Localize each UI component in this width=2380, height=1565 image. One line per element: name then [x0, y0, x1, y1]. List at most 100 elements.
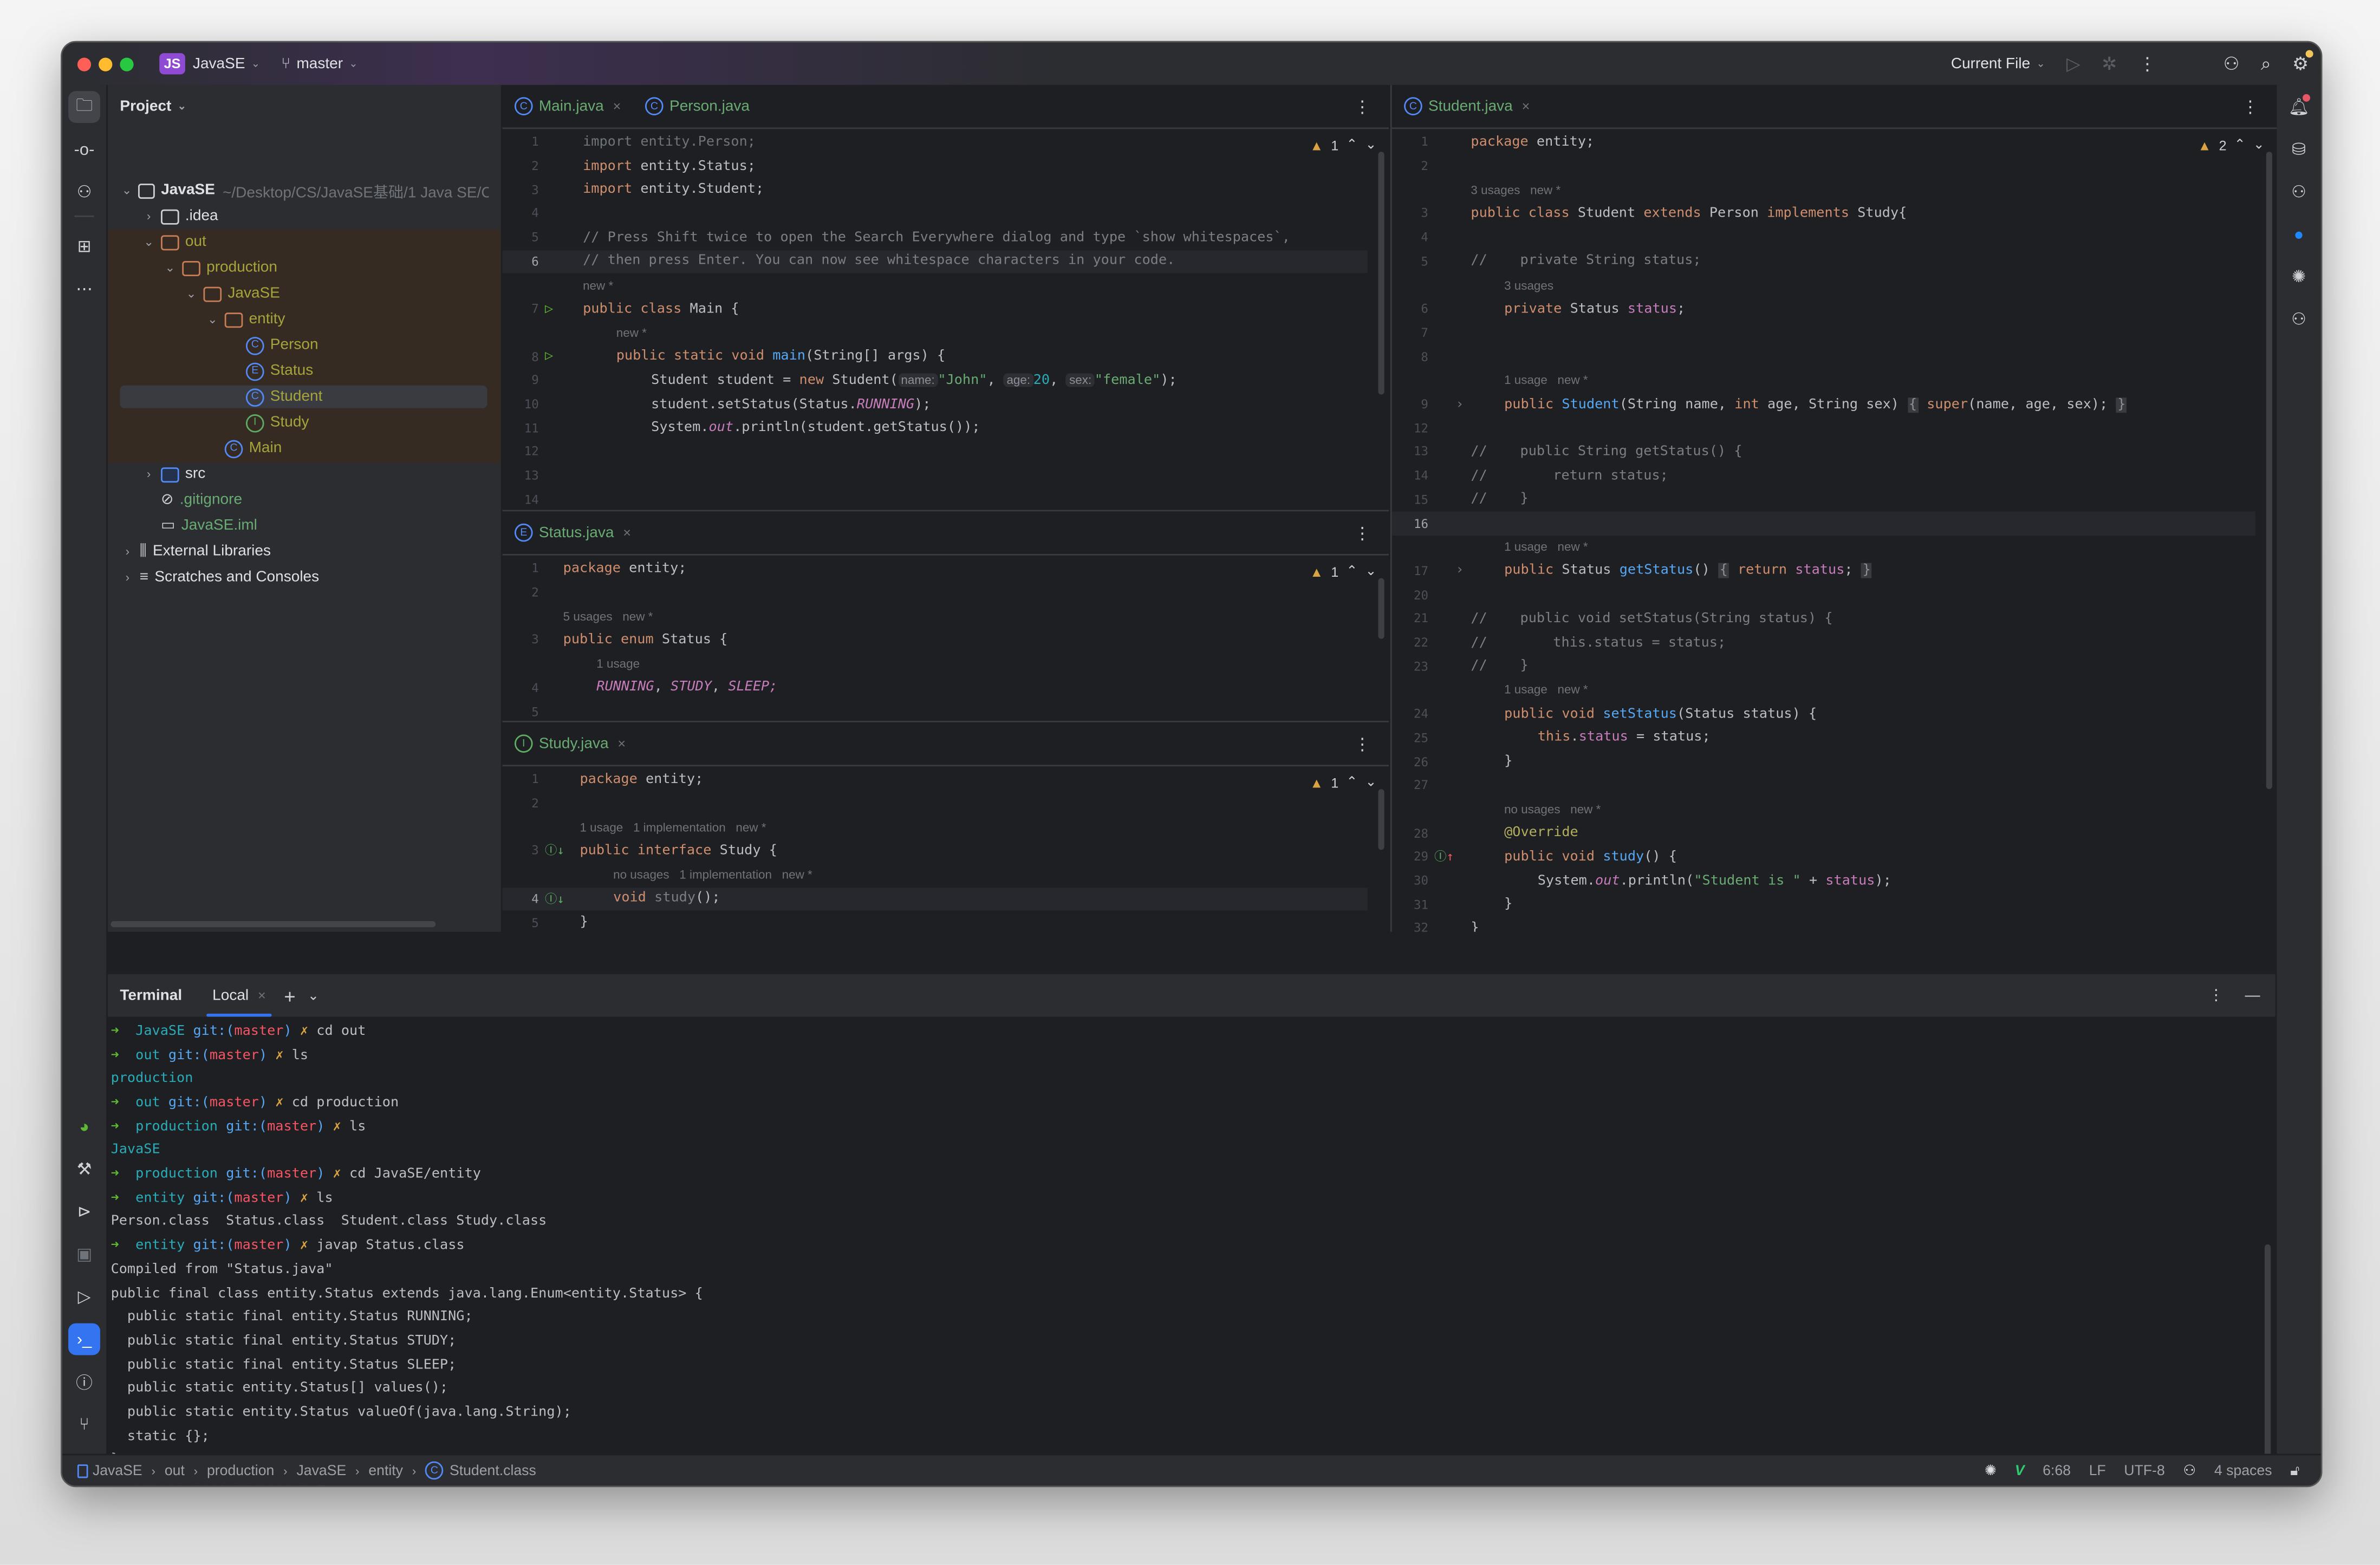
terminal-alt-icon[interactable]: ▣ — [68, 1238, 100, 1270]
terminal-output[interactable]: ➜ JavaSE git:(master) ✗ cd out ➜ out git:… — [108, 1017, 2275, 1486]
tree-item-javase[interactable]: ⌄ JavaSE — [108, 281, 489, 307]
more-icon[interactable]: ⋮ — [1354, 96, 1371, 116]
run-icon[interactable]: ▷ — [68, 1281, 100, 1313]
code-area[interactable]: ▲ 1 ⌃ ⌄ 1 package entity; 2 1 usage 1 implem… — [502, 768, 1389, 933]
code-area[interactable]: ▲ 2 ⌃ ⌄ 1 package entity; 2 3 usages new * 3… — [1391, 131, 2277, 932]
close-tab-icon[interactable]: × — [258, 988, 266, 1003]
run-gutter-icon[interactable]: ▷ — [545, 349, 553, 364]
ai-help-icon[interactable]: ⚇ — [68, 176, 100, 208]
copilot-icon[interactable]: ⚇ — [2283, 176, 2315, 208]
more-tools-icon[interactable]: ⋯ — [68, 273, 100, 305]
database-icon[interactable]: ⛁ — [2283, 134, 2315, 166]
tab-main-java[interactable]: C Main.java × — [503, 85, 633, 127]
openai-icon[interactable]: ✺ — [1985, 1462, 1997, 1479]
lock-icon[interactable]: 🔓︎ — [2290, 1462, 2299, 1479]
chat-icon[interactable]: ● — [2283, 219, 2315, 251]
code-vision-hint[interactable]: 3 usages — [1504, 278, 1553, 292]
close-tab-icon[interactable]: × — [623, 525, 631, 540]
breadcrumb-item[interactable]: entity — [368, 1462, 403, 1479]
openai-icon[interactable]: ✺ — [2283, 261, 2315, 293]
problems-icon[interactable]: ⓘ — [68, 1366, 100, 1398]
project-panel-header[interactable]: Project ⌄ — [108, 85, 501, 127]
close-tab-icon[interactable]: × — [613, 99, 621, 114]
indent-setting[interactable]: 4 spaces — [2214, 1462, 2272, 1479]
services-icon[interactable]: ⊳ — [68, 1196, 100, 1228]
more-icon[interactable]: ⋮ — [2242, 96, 2259, 116]
code-vision-hint[interactable]: 1 usage new * — [1504, 374, 1588, 387]
file-encoding[interactable]: UTF-8 — [2124, 1462, 2164, 1479]
tree-item-external-libraries[interactable]: › ⫼ External Libraries — [108, 539, 489, 565]
tree-item-iml[interactable]: ▭ JavaSE.iml — [108, 513, 489, 539]
tree-item-status[interactable]: E Status — [108, 358, 489, 384]
tab-person-java[interactable]: C Person.java — [633, 85, 762, 127]
code-vision-hint[interactable]: new * — [616, 326, 647, 340]
tab-student-java[interactable]: C Student.java × — [1392, 85, 1542, 127]
settings-icon[interactable]: ⚙ — [2292, 50, 2313, 74]
breadcrumb-item[interactable]: JavaSE — [296, 1462, 346, 1479]
implemented-gutter-icon[interactable]: Ⓘ↓ — [545, 843, 564, 860]
fold-icon[interactable]: › — [1455, 397, 1464, 412]
code-vision-hint[interactable]: 1 usage new * — [1504, 683, 1588, 697]
tab-status-java[interactable]: E Status.java × — [503, 511, 643, 553]
line-ending[interactable]: LF — [2089, 1462, 2106, 1479]
terminal-icon[interactable]: ›_ — [68, 1323, 100, 1355]
more-icon[interactable]: ⋮ — [2208, 987, 2223, 1004]
code-vision-hint[interactable]: 3 usages new * — [1471, 183, 1560, 197]
new-tab-icon[interactable]: + — [284, 984, 295, 1007]
code-vision-hint[interactable]: no usages 1 implementation new * — [613, 868, 812, 882]
more-icon[interactable]: ⋮ — [1354, 734, 1371, 754]
code-vision-hint[interactable]: new * — [583, 278, 613, 292]
folded-brace[interactable]: } — [2116, 396, 2128, 412]
run-config-selector[interactable]: Current File ⌄ — [1951, 55, 2045, 72]
minimize-icon[interactable]: — — [2245, 987, 2260, 1004]
copilot-icon[interactable]: ⚇ — [2183, 1462, 2196, 1479]
tree-item-entity[interactable]: ⌄ entity — [108, 307, 489, 332]
horizontal-scrollbar[interactable] — [110, 921, 436, 928]
fold-icon[interactable]: › — [1455, 564, 1464, 579]
folded-brace[interactable]: { — [1718, 563, 1729, 579]
debug-icon[interactable]: ✲ — [2102, 53, 2117, 74]
commit-icon[interactable]: -o- — [68, 134, 100, 166]
close-tab-icon[interactable]: × — [1522, 99, 1530, 114]
plugin-mascot-icon[interactable]: ◕ — [68, 1111, 100, 1143]
notifications-icon[interactable]: 🔔︎ — [2283, 91, 2315, 123]
more-icon[interactable]: ⋮ — [1354, 523, 1371, 543]
branch-switcher[interactable]: ⑂ master ⌄ — [281, 55, 357, 72]
run-gutter-icon[interactable]: ▷ — [545, 302, 553, 317]
copilot-chat-icon[interactable]: ⚇ — [2283, 303, 2315, 335]
tree-item-study[interactable]: I Study — [108, 410, 489, 436]
tree-item-production[interactable]: ⌄ production — [108, 255, 489, 281]
code-area[interactable]: ▲ 1 ⌃ ⌄ 1 package entity; 2 5 usages new * 3… — [503, 557, 1389, 719]
tree-root[interactable]: ⌄ JavaSE ~/Desktop/CS/JavaSE基础/1 Java SE… — [108, 178, 489, 204]
tree-item-person[interactable]: C Person — [108, 332, 489, 358]
breadcrumb-item[interactable]: JavaSE — [93, 1462, 142, 1479]
structure-icon[interactable]: ⊞ — [68, 231, 100, 263]
tree-item-scratches[interactable]: › ≡ Scratches and Consoles — [108, 564, 489, 590]
tree-item-main[interactable]: C Main — [108, 435, 489, 461]
tree-item-out[interactable]: ⌄ out — [108, 229, 489, 255]
folded-brace[interactable]: { — [1907, 396, 1919, 412]
code-vision-hint[interactable]: no usages new * — [1504, 803, 1601, 816]
search-icon[interactable]: ⌕ — [2261, 53, 2271, 75]
project-tool-icon[interactable]: 🗀 — [68, 91, 100, 123]
minimize-window-button[interactable] — [99, 57, 113, 71]
add-user-icon[interactable]: ⚇ — [2223, 53, 2240, 74]
tab-study-java[interactable]: I Study.java × — [503, 722, 638, 765]
vertical-scrollbar[interactable] — [1378, 152, 1384, 395]
build-icon[interactable]: ⚒ — [68, 1153, 100, 1185]
tree-item-idea[interactable]: › .idea — [108, 204, 489, 230]
tree-item-student[interactable]: C Student — [108, 384, 489, 410]
code-area[interactable]: ▲ 1 ⌃ ⌄ 1 import entity.Person; 2 import enti… — [502, 131, 1389, 507]
code-vision-hint[interactable]: 1 usage new * — [1504, 540, 1588, 554]
close-window-button[interactable] — [77, 57, 92, 71]
breadcrumb-item[interactable]: out — [165, 1462, 185, 1479]
vertical-scrollbar[interactable] — [2266, 152, 2273, 790]
more-icon[interactable]: ⋮ — [2138, 53, 2157, 74]
caret-position[interactable]: 6:68 — [2043, 1462, 2071, 1479]
implements-gutter-icon[interactable]: Ⓘ↑ — [1434, 849, 1454, 865]
zoom-window-button[interactable] — [120, 57, 134, 71]
project-switcher[interactable]: JS JavaSE ⌄ — [159, 53, 260, 75]
play-icon[interactable]: ▷ — [2066, 53, 2080, 74]
tree-item-gitignore[interactable]: ⊘ .gitignore — [108, 487, 489, 513]
implemented-gutter-icon[interactable]: Ⓘ↓ — [545, 891, 564, 908]
